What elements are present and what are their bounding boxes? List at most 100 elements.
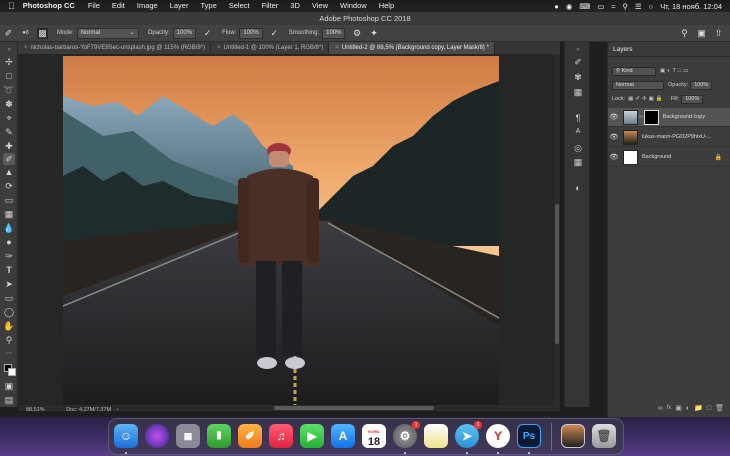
symmetry-icon[interactable]: ✦	[368, 28, 379, 39]
swatches-icon[interactable]: ▦	[572, 156, 584, 168]
menu-edit[interactable]: Edit	[106, 0, 131, 12]
filter-icons[interactable]: ▣◐T□▭	[660, 68, 690, 74]
numbers-icon[interactable]: ▮	[207, 424, 231, 448]
background-color-swatch[interactable]	[8, 368, 16, 376]
facetime-icon[interactable]: ▶	[300, 424, 324, 448]
scroll-thumb[interactable]	[274, 406, 434, 410]
pages-icon[interactable]: ✐	[238, 424, 262, 448]
marquee-tool-icon[interactable]: □	[3, 70, 15, 82]
healing-brush-icon[interactable]: ✚	[3, 140, 15, 152]
brush-panel-icon[interactable]: ▩	[37, 27, 48, 39]
opacity-field[interactable]: 100%	[172, 27, 197, 39]
menu-image[interactable]: Image	[131, 0, 164, 12]
blend-mode-dropdown[interactable]: Normal	[612, 80, 664, 90]
menu-select[interactable]: Select	[223, 0, 256, 12]
history-brush-icon[interactable]: ⟳	[3, 180, 15, 192]
close-icon[interactable]: ×	[335, 45, 339, 51]
launchpad-icon[interactable]: ▦	[176, 424, 200, 448]
gradient-tool-icon[interactable]: ▦	[3, 208, 15, 220]
quick-select-icon[interactable]: ✽	[3, 98, 15, 110]
downloads-stack-icon[interactable]	[561, 424, 585, 448]
menu-type[interactable]: Type	[194, 0, 222, 12]
menu-window[interactable]: Window	[334, 0, 373, 12]
layer-row[interactable]: 👁 lukas-mann-PGD2P9hlxU-...	[608, 128, 730, 147]
close-icon[interactable]: ×	[24, 45, 28, 51]
character-icon[interactable]: A	[572, 126, 584, 138]
3d-tool-icon[interactable]: ◯	[3, 306, 15, 318]
menu-view[interactable]: View	[306, 0, 334, 12]
pen-tool-icon[interactable]: ✑	[3, 250, 15, 262]
creative-cloud-icon[interactable]: ●	[554, 2, 559, 11]
hand-tool-icon[interactable]: ✋	[3, 320, 15, 332]
tab-document-1[interactable]: × nicholas-barbaros-YoF79VE9Sec-unsplash.…	[18, 42, 212, 54]
eye-icon[interactable]: 👁	[608, 113, 620, 121]
menu-help[interactable]: Help	[373, 0, 400, 12]
lock-icons[interactable]: ▦✐✢▣🔒	[628, 96, 664, 102]
zoom-level[interactable]: 88,51%	[26, 407, 45, 413]
trash-icon[interactable]: 🗑	[592, 424, 616, 448]
close-icon[interactable]: ×	[217, 45, 221, 51]
brush-tool-icon[interactable]: ✐	[3, 153, 15, 165]
layer-mask-thumbnail[interactable]	[643, 109, 659, 125]
airbrush-icon[interactable]: ✓	[269, 28, 280, 39]
siri-icon[interactable]	[145, 424, 169, 448]
smoothing-field[interactable]: 100%	[322, 27, 346, 39]
canvas-area[interactable]	[18, 54, 560, 405]
yandex-browser-icon[interactable]: Y	[486, 424, 510, 448]
eraser-icon[interactable]: ▭	[3, 194, 15, 206]
collapse-icon[interactable]: »	[3, 44, 15, 56]
more-tools-icon[interactable]: ⋯	[3, 348, 15, 360]
app-menu[interactable]: Photoshop CC	[15, 0, 82, 12]
move-tool-icon[interactable]: ✢	[3, 56, 15, 68]
eye-icon[interactable]: 👁	[608, 133, 620, 141]
zoom-tool-icon[interactable]: ⚲	[3, 334, 15, 346]
eyedropper-icon[interactable]: ✎	[3, 126, 15, 138]
brush-settings-icon[interactable]: ✐	[572, 56, 584, 68]
brush-preset-picker[interactable]: ●8	[20, 28, 31, 39]
search-icon[interactable]: ⚲	[679, 28, 690, 39]
vertical-scrollbar[interactable]	[554, 54, 560, 405]
blur-tool-icon[interactable]: 💧	[3, 222, 15, 234]
brush-tool-icon[interactable]: ✐	[3, 28, 14, 39]
menu-filter[interactable]: Filter	[256, 0, 285, 12]
collapse-icon[interactable]: «	[572, 44, 584, 56]
brushes-icon[interactable]: ✾	[572, 71, 584, 83]
clone-source-icon[interactable]: ▦	[572, 86, 584, 98]
mode-dropdown[interactable]: Normal ⌄	[76, 27, 139, 39]
new-layer-icon[interactable]: □	[707, 405, 711, 412]
add-mask-icon[interactable]: ▣	[675, 404, 682, 412]
menu-3d[interactable]: 3D	[284, 0, 306, 12]
dodge-tool-icon[interactable]: ●	[3, 236, 15, 248]
link-layers-icon[interactable]: ∞	[658, 405, 663, 412]
crop-tool-icon[interactable]: ⌖	[3, 112, 15, 124]
apple-menu-icon[interactable]: 	[0, 1, 15, 11]
fill-field[interactable]: 100%	[681, 94, 704, 104]
finder-icon[interactable]: ☺	[114, 424, 138, 448]
search-icon[interactable]: ⚲	[622, 2, 628, 11]
paragraph-icon[interactable]: ¶	[572, 112, 584, 124]
notes-icon[interactable]	[424, 424, 448, 448]
adjustments-icon[interactable]: ◐	[572, 182, 584, 194]
scroll-thumb[interactable]	[555, 204, 559, 344]
flow-field[interactable]: 100%	[239, 27, 263, 39]
trash-icon[interactable]: 🗑	[715, 404, 724, 412]
link-icon[interactable]: ∞	[639, 114, 643, 120]
fx-icon[interactable]: fx	[667, 405, 672, 411]
music-icon[interactable]: ♫	[269, 424, 293, 448]
color-icon[interactable]: ◎	[572, 142, 584, 154]
eye-icon[interactable]: 👁	[608, 153, 620, 161]
lock-icon[interactable]: 🔒	[715, 154, 722, 161]
status-icon[interactable]: ◉	[566, 2, 573, 11]
gear-icon[interactable]: ⚙	[351, 28, 362, 39]
path-select-icon[interactable]: ➤	[3, 278, 15, 290]
clone-stamp-icon[interactable]: ▲	[3, 166, 15, 178]
lasso-tool-icon[interactable]: ➰	[3, 84, 15, 96]
shape-tool-icon[interactable]: ▭	[3, 292, 15, 304]
battery-icon[interactable]: ▭	[597, 2, 604, 11]
tab-document-3[interactable]: × Untitled-2 @ 88,5% (Background copy, La…	[329, 42, 495, 54]
screen-mode-icon[interactable]: ▤	[3, 394, 15, 406]
document-image[interactable]	[63, 56, 499, 405]
share-icon[interactable]: ⇧	[713, 28, 724, 39]
menubar-clock[interactable]: Чт, 18 нояб. 12:04	[660, 2, 722, 11]
control-center-icon[interactable]: ☰	[635, 2, 642, 11]
